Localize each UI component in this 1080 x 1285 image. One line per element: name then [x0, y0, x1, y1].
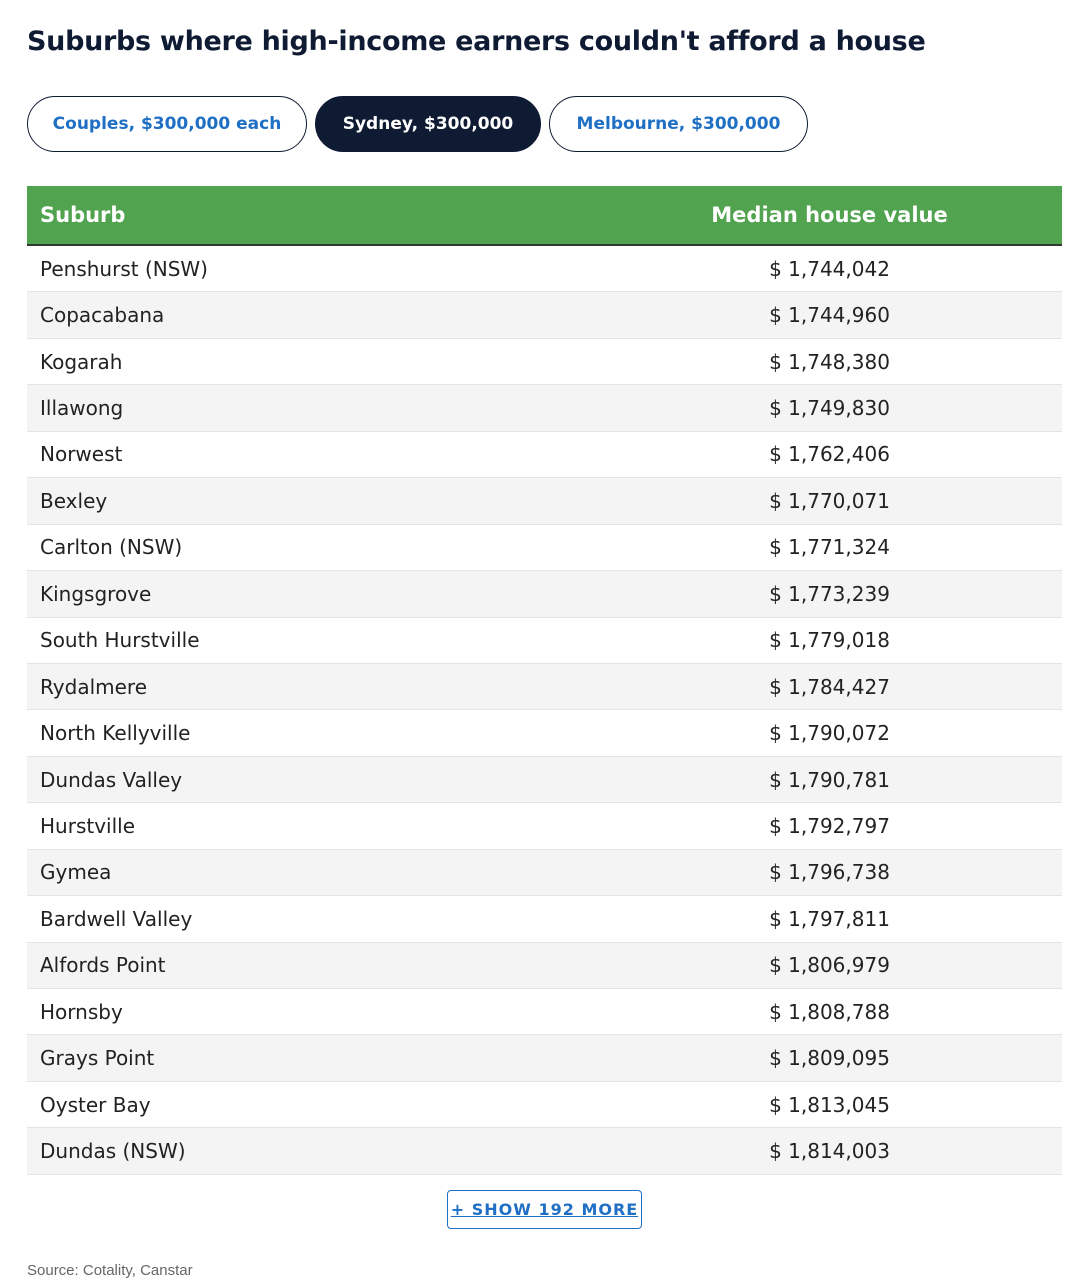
median-value-cell: $ 1,770,071: [769, 488, 890, 513]
suburb-cell: Bardwell Valley: [40, 906, 193, 931]
suburb-cell: Grays Point: [40, 1046, 155, 1071]
table-row: Kingsgrove $ 1,773,239: [27, 571, 1062, 618]
page-title: Suburbs where high-income earners couldn…: [27, 26, 926, 57]
suburb-cell: Hurstville: [40, 813, 136, 838]
table-header: Suburb Median house value: [27, 186, 1062, 246]
tab-melbourne[interactable]: Melbourne, $300,000: [549, 96, 808, 152]
table-row: North Kellyville $ 1,790,072: [27, 710, 1062, 757]
median-value-cell: $ 1,784,427: [769, 674, 890, 699]
median-value-cell: $ 1,773,239: [769, 581, 890, 606]
table-row: Dundas Valley $ 1,790,781: [27, 756, 1062, 804]
table-row: Hornsby $ 1,808,788: [27, 989, 1062, 1036]
median-value-cell: $ 1,762,406: [769, 442, 890, 467]
median-value-cell: $ 1,748,380: [769, 349, 890, 374]
median-value-cell: $ 1,790,072: [769, 721, 890, 746]
table-row: Kogarah $ 1,748,380: [27, 339, 1062, 386]
suburb-cell: North Kellyville: [40, 721, 191, 746]
table-row: Carlton (NSW) $ 1,771,324: [27, 525, 1062, 572]
suburb-cell: Illawong: [40, 396, 124, 421]
column-header-suburb[interactable]: Suburb: [27, 203, 627, 227]
median-value-cell: $ 1,744,042: [769, 256, 890, 281]
suburb-cell: Hornsby: [40, 999, 123, 1024]
suburb-cell: Kogarah: [40, 349, 123, 374]
median-value-cell: $ 1,806,979: [769, 953, 890, 978]
tab-bar: Couples, $300,000 each Sydney, $300,000 …: [27, 96, 808, 152]
suburb-table: Suburb Median house value Penshurst (NSW…: [27, 186, 1062, 1175]
suburb-cell: Copacabana: [40, 303, 165, 328]
median-value-cell: $ 1,809,095: [769, 1046, 890, 1071]
median-value-cell: $ 1,796,738: [769, 860, 890, 885]
suburb-cell: Dundas Valley: [40, 767, 183, 792]
median-value-cell: $ 1,790,781: [769, 767, 890, 792]
median-value-cell: $ 1,797,811: [769, 906, 890, 931]
table-row: Bardwell Valley $ 1,797,811: [27, 896, 1062, 943]
suburb-cell: Carlton (NSW): [40, 535, 183, 560]
suburb-cell: Dundas (NSW): [40, 1139, 186, 1164]
median-value-cell: $ 1,749,830: [769, 396, 890, 421]
suburb-cell: Oyster Bay: [40, 1092, 151, 1117]
table-row: Norwest $ 1,762,406: [27, 432, 1062, 479]
table-row: Illawong $ 1,749,830: [27, 385, 1062, 432]
table-row: Rydalmere $ 1,784,427: [27, 663, 1062, 711]
source-note: Source: Cotality, Canstar: [27, 1262, 193, 1279]
show-more-button[interactable]: + SHOW 192 MORE: [447, 1190, 642, 1229]
median-value-cell: $ 1,771,324: [769, 535, 890, 560]
table-row: Grays Point $ 1,809,095: [27, 1035, 1062, 1082]
suburb-cell: Bexley: [40, 488, 108, 513]
median-value-cell: $ 1,814,003: [769, 1139, 890, 1164]
tab-sydney[interactable]: Sydney, $300,000: [315, 96, 541, 152]
table-row: Alfords Point $ 1,806,979: [27, 942, 1062, 989]
table-row: Dundas (NSW) $ 1,814,003: [27, 1128, 1062, 1175]
suburb-cell: Alfords Point: [40, 953, 166, 978]
table-row: Gymea $ 1,796,738: [27, 849, 1062, 897]
column-header-median-value[interactable]: Median house value: [627, 203, 1032, 227]
table-row: Oyster Bay $ 1,813,045: [27, 1082, 1062, 1129]
median-value-cell: $ 1,792,797: [769, 813, 890, 838]
suburb-cell: Kingsgrove: [40, 581, 152, 606]
median-value-cell: $ 1,813,045: [769, 1092, 890, 1117]
table-row: Hurstville $ 1,792,797: [27, 803, 1062, 850]
suburb-cell: Norwest: [40, 442, 123, 467]
median-value-cell: $ 1,808,788: [769, 999, 890, 1024]
table-row: South Hurstville $ 1,779,018: [27, 618, 1062, 664]
table-row: Copacabana $ 1,744,960: [27, 292, 1062, 339]
suburb-cell: Gymea: [40, 860, 112, 885]
median-value-cell: $ 1,779,018: [769, 628, 890, 653]
table-row: Penshurst (NSW) $ 1,744,042: [27, 246, 1062, 293]
median-value-cell: $ 1,744,960: [769, 303, 890, 328]
tab-couples[interactable]: Couples, $300,000 each: [27, 96, 307, 152]
suburb-cell: Penshurst (NSW): [40, 256, 208, 281]
table-row: Bexley $ 1,770,071: [27, 478, 1062, 525]
suburb-cell: Rydalmere: [40, 674, 148, 699]
suburb-cell: South Hurstville: [40, 628, 200, 653]
table-body: Penshurst (NSW) $ 1,744,042 Copacabana $ 1,…: [27, 246, 1062, 1175]
